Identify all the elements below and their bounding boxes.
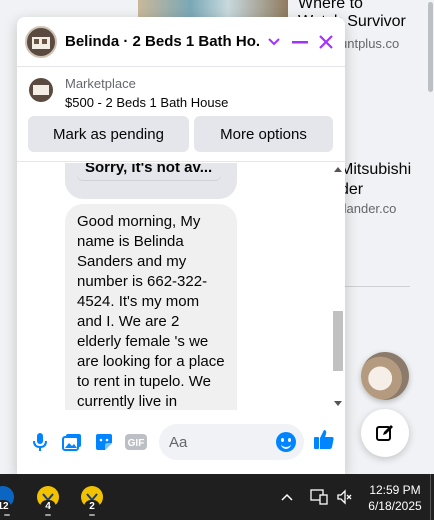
taskbar-app-1-badge: 12 [0,500,11,514]
svg-text:GIF: GIF [128,438,145,449]
post2-domain: tlander.co [340,201,397,216]
listing-source: Marketplace [65,76,136,91]
message-input-container[interactable] [159,424,304,460]
system-clock[interactable]: 12:59 PM 6/18/2025 [360,482,430,514]
taskbar-app-3[interactable]: 2 [81,486,103,514]
chat-scrollbar[interactable] [331,163,345,410]
listing-thumbnail[interactable] [29,78,53,102]
more-options-button[interactable]: More options [194,116,333,152]
page-scrollbar[interactable] [427,0,434,474]
taskbar-app-2-indicator [45,514,51,516]
mark-as-pending-button[interactable]: Mark as pending [28,116,189,152]
taskbar-app-2-badge: 4 [40,500,56,514]
windows-taskbar: 12 4 2 12:59 PM 6/18/2025 [0,474,434,520]
listing-price-title[interactable]: $500 - 2 Beds 1 Bath House [65,95,228,110]
sticker-icon[interactable] [93,431,115,453]
message-bubble: Good morning, My name is Belinda Sanders… [65,204,237,410]
thumbs-up-icon[interactable] [313,428,335,455]
post1-title-line1[interactable]: Where to [298,0,428,14]
microphone-icon[interactable] [29,431,51,453]
show-hidden-icons-chevron-icon[interactable] [276,486,298,508]
taskbar-app-3-badge: 2 [84,500,100,514]
minimize-icon[interactable] [289,31,311,53]
previous-message-text: Sorry, it's not av... [77,163,221,181]
previous-message-bubble: Sorry, it's not av... [65,163,237,199]
contact-avatar[interactable] [25,25,57,58]
message-input[interactable] [169,433,269,451]
close-icon[interactable] [315,31,337,53]
clock-date: 6/18/2025 [368,499,422,513]
marketplace-listing: Marketplace $500 - 2 Beds 1 Bath House M… [17,68,345,162]
clock-time: 12:59 PM [369,483,421,497]
show-desktop-button[interactable] [430,474,434,520]
volume-muted-icon[interactable] [334,486,356,508]
gif-icon[interactable]: GIF [125,431,147,453]
taskbar-app-2[interactable]: 4 [37,486,59,514]
message-thread[interactable]: Sorry, it's not av... Good morning, My n… [17,163,345,410]
compose-icon [376,425,393,441]
taskbar-app-3-indicator [89,514,95,516]
chat-scrollbar-thumb[interactable] [333,311,343,371]
page-scrollbar-thumb[interactable] [428,2,433,92]
scroll-up-arrow[interactable] [334,167,342,172]
network-icon[interactable] [308,486,330,508]
emoji-icon[interactable] [276,432,296,452]
photo-icon[interactable] [61,431,83,453]
chat-head-avatar[interactable] [361,352,409,400]
chat-window: Belinda · 2 Beds 1 Bath Ho... Marketplac… [17,17,345,474]
message-composer: GIF [17,410,345,474]
taskbar-app-1[interactable]: 12 [0,486,14,514]
taskbar-app-1-indicator [4,514,10,516]
scroll-down-arrow[interactable] [334,401,342,406]
post2-title[interactable]: Mitsubishi der [340,160,430,200]
chevron-down-icon[interactable] [263,31,285,53]
chat-header[interactable]: Belinda · 2 Beds 1 Bath Ho... [17,17,345,67]
new-message-button[interactable] [361,409,409,457]
post1-domain: untplus.co [340,36,400,51]
post-image[interactable] [138,0,288,18]
chat-title[interactable]: Belinda · 2 Beds 1 Bath Ho... [65,33,259,50]
